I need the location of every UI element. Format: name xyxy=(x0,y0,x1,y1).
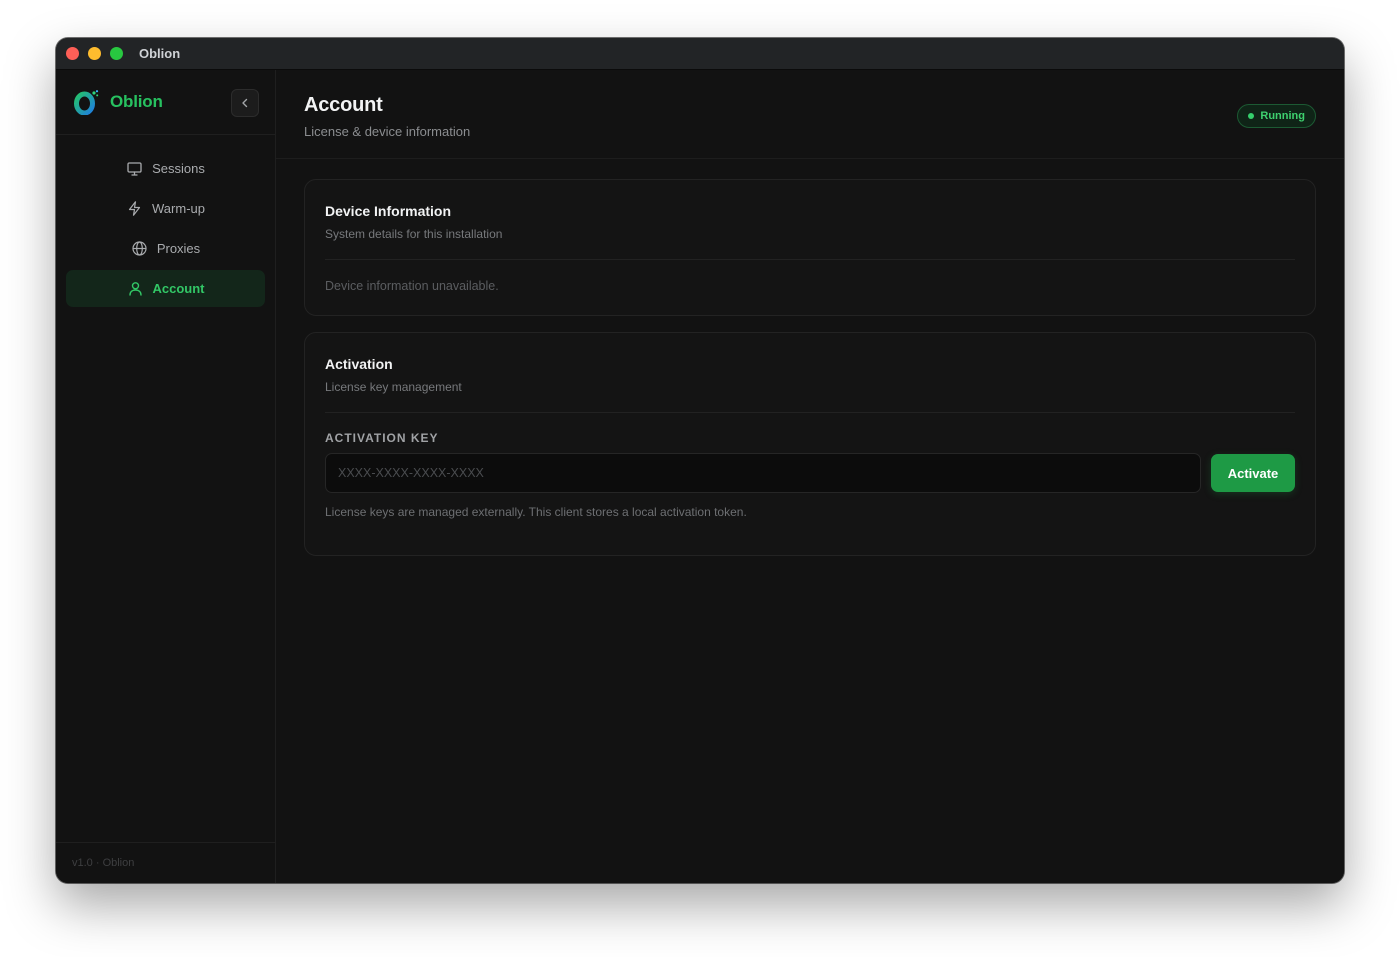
sidebar-item-label: Proxies xyxy=(156,241,201,256)
version-label: v1.0 · Oblion xyxy=(56,842,275,883)
sidebar-item-label: Warm-up xyxy=(152,201,205,216)
activation-card: Activation License key management ACTIVA… xyxy=(304,332,1316,556)
status-label: Running xyxy=(1260,110,1305,122)
sidebar-nav: Sessions Warm-up Proxies Account xyxy=(56,135,275,307)
card-description: System details for this installation xyxy=(325,227,503,241)
card-header: Device Information System details for th… xyxy=(305,180,1315,259)
activation-help-text: License keys are managed externally. Thi… xyxy=(325,505,747,519)
title-bar: Oblion xyxy=(56,38,1344,70)
card-description: License key management xyxy=(325,380,462,394)
activation-key-row: Activate xyxy=(305,445,1315,493)
card-title: Activation xyxy=(325,356,393,372)
sidebar: Oblion Sessions Warm-up Proxies Account … xyxy=(56,70,276,883)
activation-key-input[interactable] xyxy=(325,453,1201,493)
device-info-empty-message: Device information unavailable. xyxy=(325,279,499,293)
window-title: Oblion xyxy=(139,46,181,61)
user-icon xyxy=(127,280,144,297)
sidebar-item-proxies[interactable]: Proxies xyxy=(66,230,265,267)
brand-name: Oblion xyxy=(110,92,163,111)
activation-key-label: ACTIVATION KEY xyxy=(325,431,439,445)
sidebar-item-warm-up[interactable]: Warm-up xyxy=(66,190,265,227)
collapse-sidebar-button[interactable] xyxy=(231,89,259,117)
window-controls xyxy=(66,47,123,60)
lightning-icon xyxy=(126,200,143,217)
app-window: Oblion Oblion Sessions Warm-up Proxies A… xyxy=(56,38,1344,883)
sidebar-item-label: Sessions xyxy=(152,161,205,176)
sidebar-item-label: Account xyxy=(152,281,205,296)
status-badge: Running xyxy=(1237,104,1316,128)
status-dot-icon xyxy=(1248,113,1255,119)
sidebar-item-sessions[interactable]: Sessions xyxy=(66,150,265,187)
brand: Oblion xyxy=(56,70,275,135)
zoom-window-button[interactable] xyxy=(110,47,123,60)
page-title: Account xyxy=(304,94,383,116)
card-title: Device Information xyxy=(325,203,452,219)
monitor-icon xyxy=(126,160,143,177)
chevron-left-icon xyxy=(242,98,248,108)
device-information-card: Device Information System details for th… xyxy=(304,179,1316,316)
minimize-window-button[interactable] xyxy=(88,47,101,60)
activate-button[interactable]: Activate xyxy=(1211,454,1295,492)
close-window-button[interactable] xyxy=(66,47,79,60)
globe-icon xyxy=(131,240,148,257)
page-subtitle: License & device information xyxy=(304,124,471,139)
card-header: Activation License key management xyxy=(305,333,1315,412)
oblion-logo-icon xyxy=(74,90,99,115)
page-header: Account License & device information Run… xyxy=(276,70,1344,159)
sidebar-item-account[interactable]: Account xyxy=(66,270,265,307)
main-content: Account License & device information Run… xyxy=(276,70,1344,883)
